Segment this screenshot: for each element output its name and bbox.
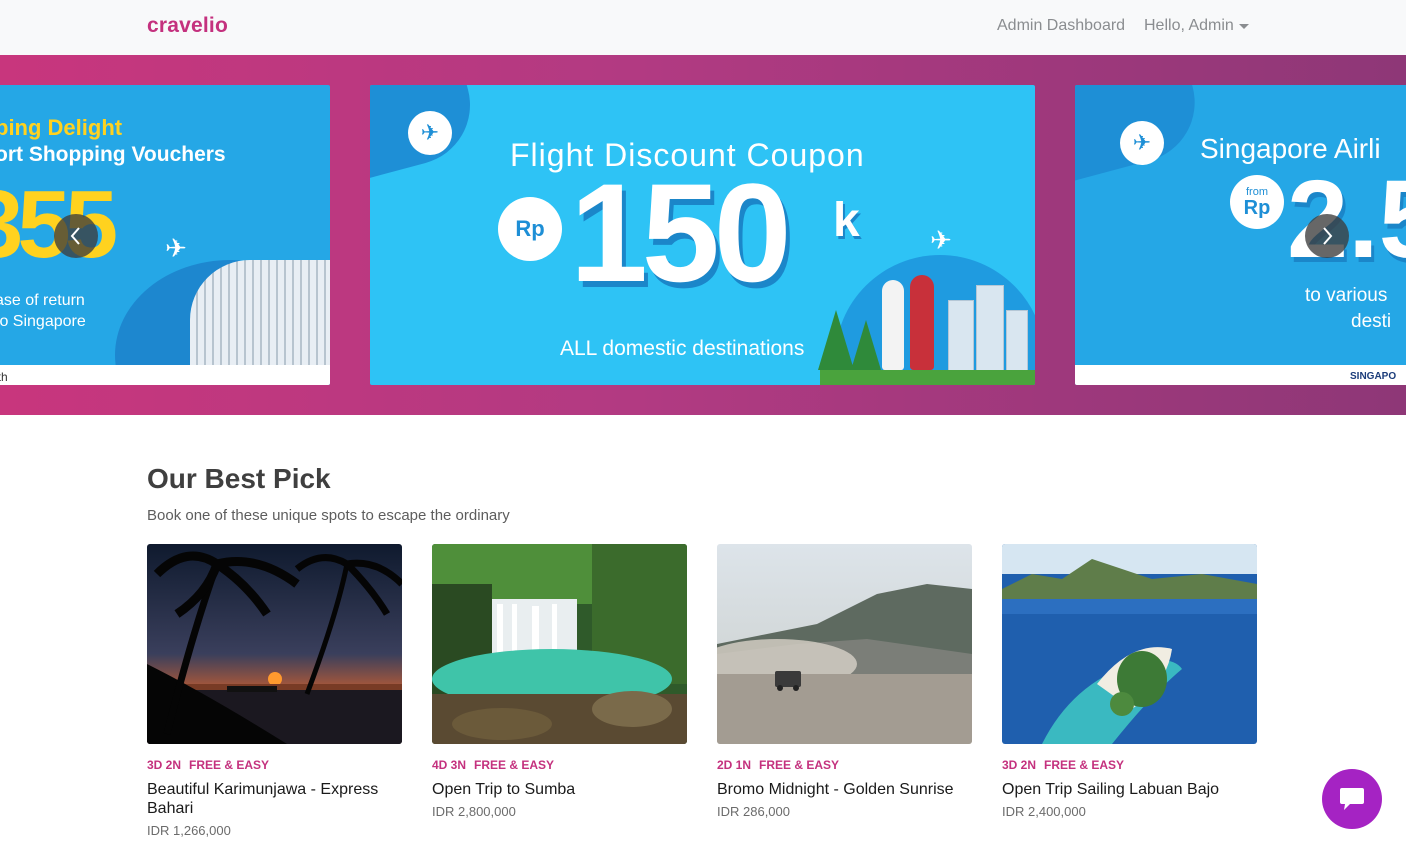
airplane-icon: ✈ xyxy=(1120,121,1164,165)
trip-type: FREE & EASY xyxy=(1044,758,1125,772)
user-menu-label: Hello, Admin xyxy=(1144,17,1234,34)
trip-card[interactable]: 4D 3N FREE & EASY Open Trip to Sumba IDR… xyxy=(432,544,687,819)
trip-image-sumba[interactable] xyxy=(432,544,687,744)
trip-card[interactable]: 3D 2N FREE & EASY Open Trip Sailing Labu… xyxy=(1002,544,1257,819)
slide-text: to Singapore xyxy=(0,313,86,330)
airplane-icon: ✈ xyxy=(165,233,187,263)
trip-duration: 4D 3N xyxy=(432,758,467,772)
trip-title[interactable]: Bromo Midnight - Golden Sunrise xyxy=(717,780,972,799)
carousel-prev-button[interactable] xyxy=(54,214,98,258)
chevron-left-icon xyxy=(70,227,80,245)
brand-logo[interactable]: cravelio xyxy=(147,14,228,38)
building-image xyxy=(948,300,974,380)
slide-subtitle: ALL domestic destinations xyxy=(560,337,805,360)
slide-footer-text: ith xyxy=(0,370,8,384)
trip-image-bromo[interactable] xyxy=(717,544,972,744)
trip-meta: 2D 1N FREE & EASY xyxy=(717,758,972,772)
slide-text: to various xyxy=(1305,285,1388,306)
carousel-slide-active[interactable]: ✈ Flight Discount Coupon Rp 150 k ✈ ALL … xyxy=(370,85,1035,385)
chevron-down-icon xyxy=(1238,23,1249,29)
carousel-slide-next[interactable]: ✈ Singapore Airli from Rp 2.5 to various… xyxy=(1075,85,1406,385)
chevron-right-icon xyxy=(1323,227,1333,245)
airplane-icon: ✈ xyxy=(930,225,952,255)
trip-title[interactable]: Beautiful Karimunjawa - Express Bahari xyxy=(147,780,402,818)
slide-amount: 2.5 xyxy=(1287,158,1406,281)
airplane-icon: ✈ xyxy=(408,111,452,155)
trip-title[interactable]: Open Trip to Sumba xyxy=(432,780,687,799)
trip-duration: 3D 2N xyxy=(1002,758,1037,772)
currency-badge: Rp xyxy=(498,197,562,261)
carousel-next-button[interactable] xyxy=(1305,214,1349,258)
amount-suffix: k xyxy=(833,194,860,247)
slide-footer-text: SINGAPO xyxy=(1350,371,1397,382)
trip-type: FREE & EASY xyxy=(474,758,555,772)
traveler-figure xyxy=(882,280,904,370)
trip-meta: 3D 2N FREE & EASY xyxy=(147,758,402,772)
chat-button[interactable] xyxy=(1322,769,1382,829)
section-subtitle: Book one of these unique spots to escape… xyxy=(147,507,510,524)
discount-amount: 150 xyxy=(570,154,792,311)
section-title: Our Best Pick xyxy=(147,463,331,494)
slide-heading: ping Delight xyxy=(0,115,123,140)
hero-carousel: ping Delight ort Shopping Vouchers 355 ✈… xyxy=(0,55,1406,415)
from-badge: from Rp xyxy=(1230,175,1284,229)
from-label: from xyxy=(1246,185,1268,198)
slide-text: desti xyxy=(1351,311,1392,332)
trip-card[interactable]: 3D 2N FREE & EASY Beautiful Karimunjawa … xyxy=(147,544,402,838)
trip-type: FREE & EASY xyxy=(189,758,270,772)
trip-type: FREE & EASY xyxy=(759,758,840,772)
grass-strip xyxy=(820,370,1035,385)
slide-subheading: ort Shopping Vouchers xyxy=(0,143,226,166)
trip-duration: 3D 2N xyxy=(147,758,182,772)
traveler-figure xyxy=(910,275,934,370)
nav-admin-dashboard[interactable]: Admin Dashboard xyxy=(997,17,1125,35)
trip-price: IDR 2,400,000 xyxy=(1002,804,1086,819)
trip-meta: 3D 2N FREE & EASY xyxy=(1002,758,1257,772)
building-image xyxy=(976,285,1004,380)
trip-card[interactable]: 2D 1N FREE & EASY Bromo Midnight - Golde… xyxy=(717,544,972,819)
trip-price: IDR 286,000 xyxy=(717,804,790,819)
trip-price: IDR 2,800,000 xyxy=(432,804,516,819)
carousel-slide-prev[interactable]: ping Delight ort Shopping Vouchers 355 ✈… xyxy=(0,85,330,385)
airport-glass-roof xyxy=(190,260,330,380)
trip-image-labuan-bajo[interactable] xyxy=(1002,544,1257,744)
navbar: cravelio Admin Dashboard Hello, Admin xyxy=(0,0,1406,55)
trip-image-karimunjawa[interactable] xyxy=(147,544,402,744)
slide-footer-strip xyxy=(0,365,330,385)
trip-meta: 4D 3N FREE & EASY xyxy=(432,758,687,772)
trip-title[interactable]: Open Trip Sailing Labuan Bajo xyxy=(1002,780,1257,799)
slide-text: ase of return xyxy=(0,292,85,309)
chat-icon xyxy=(1340,788,1364,810)
user-menu-dropdown[interactable]: Hello, Admin xyxy=(1144,17,1249,35)
trip-price: IDR 1,266,000 xyxy=(147,823,231,838)
currency-label: Rp xyxy=(1243,196,1271,219)
trip-duration: 2D 1N xyxy=(717,758,752,772)
